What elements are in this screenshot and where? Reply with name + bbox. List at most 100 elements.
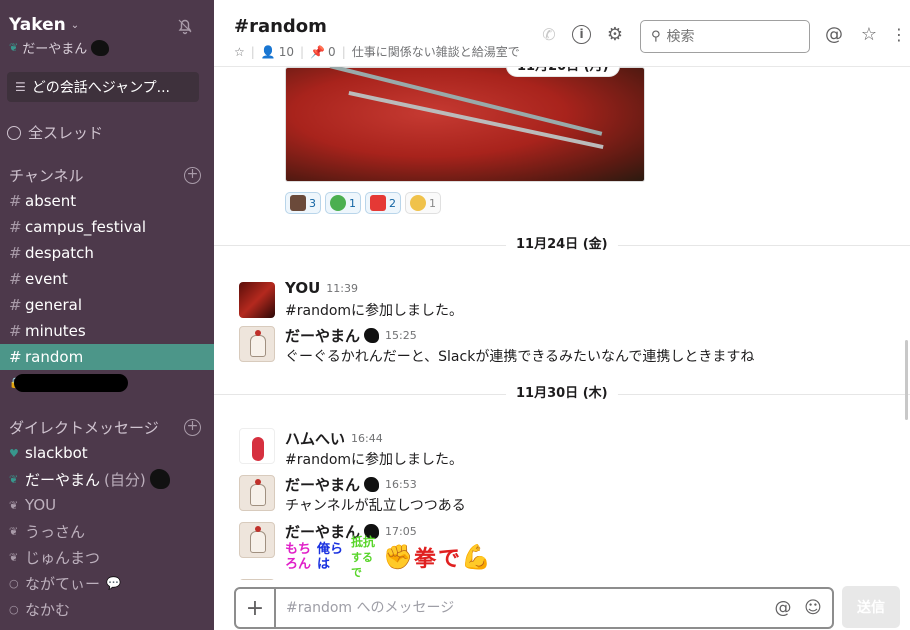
custom-emoji[interactable]: 俺ら は <box>317 541 349 573</box>
message-input[interactable] <box>276 600 772 616</box>
custom-emoji[interactable]: もち ろん <box>285 541 317 573</box>
avatar[interactable] <box>239 475 275 511</box>
reaction-pill[interactable]: 2 <box>365 192 401 214</box>
emoji-text-top: もち <box>285 542 312 557</box>
channel-title[interactable]: #random <box>234 16 327 37</box>
flexed-arm-icon[interactable]: 💪 <box>461 542 491 572</box>
hash-icon: # <box>9 322 22 340</box>
channels-header-label: チャンネル <box>9 167 84 185</box>
dm-label: YOU <box>25 496 57 514</box>
sidebar-item-event[interactable]: # event <box>0 266 214 292</box>
scrollbar[interactable] <box>905 340 908 420</box>
custom-emoji[interactable]: 抵抗 するで <box>351 535 383 579</box>
search-box[interactable]: ⚲ <box>640 20 810 53</box>
member-count[interactable]: 10 <box>279 45 294 59</box>
send-button[interactable]: 送信 <box>842 586 900 628</box>
search-icon: ⚲ <box>651 29 661 44</box>
reaction-pill[interactable]: 1 <box>325 192 361 214</box>
dm-label: だーやまん <box>25 470 101 489</box>
dm-item-nagatii[interactable]: ○ ながてぃー 💬 <box>0 570 214 596</box>
add-channel-icon[interactable]: + <box>184 167 201 184</box>
message-time[interactable]: 16:53 <box>385 478 417 491</box>
emoji-text-top: 俺ら <box>317 542 344 557</box>
shared-photo[interactable] <box>285 67 645 182</box>
dm-label: じゅんまつ <box>25 548 101 567</box>
dm-item-you[interactable]: ❦ YOU <box>0 492 214 518</box>
gear-icon[interactable]: ⚙ <box>605 25 625 45</box>
add-dm-icon[interactable]: + <box>184 419 201 436</box>
pin-icon[interactable]: 📌 <box>310 45 325 59</box>
dm-header[interactable]: ダイレクトメッセージ + <box>9 417 201 438</box>
jump-to-switcher[interactable]: ☰ どの会話へジャンプ... <box>7 72 199 102</box>
message-time[interactable]: 15:25 <box>385 329 417 342</box>
workspace-menu[interactable]: Yaken ⌄ <box>9 15 79 35</box>
all-threads-label: 全スレッド <box>28 124 104 142</box>
status-emoji-icon <box>364 477 380 492</box>
channel-topic[interactable]: 仕事に関係ない雑談と給湯室で <box>352 43 520 60</box>
pin-count[interactable]: 0 <box>328 45 336 59</box>
custom-emoji[interactable]: 拳 <box>414 541 436 573</box>
current-user[interactable]: ❦ だーやまん <box>9 38 110 57</box>
avatar[interactable] <box>239 282 275 318</box>
dm-item-junmatsu[interactable]: ❦ じゅんまつ <box>0 544 214 570</box>
bell-icon[interactable] <box>176 17 194 35</box>
sidebar-item-random[interactable]: # random <box>0 344 214 370</box>
custom-emoji[interactable]: で <box>438 541 460 573</box>
more-icon[interactable]: ⋮ <box>889 25 909 45</box>
all-threads-link[interactable]: 全スレッド <box>7 122 103 143</box>
star-icon[interactable]: ☆ <box>234 45 245 59</box>
dm-item-ussan[interactable]: ❦ うっさん <box>0 518 214 544</box>
member-icon[interactable]: 👤 <box>261 45 276 59</box>
speech-bubble-icon: 💬 <box>106 576 121 590</box>
message-time[interactable]: 17:05 <box>385 525 417 538</box>
message-sender[interactable]: だーやまん 15:25 <box>285 325 417 346</box>
sender-name[interactable]: だーやまん <box>285 325 360 346</box>
hash-icon: # <box>9 244 22 262</box>
sender-name[interactable]: ハムへい <box>285 428 345 449</box>
sender-name[interactable]: YOU <box>285 279 320 297</box>
sidebar-item-general[interactable]: # general <box>0 292 214 318</box>
message-sender[interactable]: YOU 11:39 <box>285 279 358 297</box>
channel-label: general <box>25 296 83 314</box>
mention-icon[interactable]: @ <box>824 25 844 45</box>
info-icon[interactable]: i <box>572 25 591 44</box>
avatar[interactable] <box>239 326 275 362</box>
sidebar-item-absent[interactable]: # absent <box>0 188 214 214</box>
sidebar-item-despatch[interactable]: # despatch <box>0 240 214 266</box>
presence-icon: ❦ <box>9 498 19 512</box>
reaction-emoji-icon <box>330 195 346 211</box>
sender-name[interactable]: だーやまん <box>285 521 360 542</box>
fist-icon[interactable]: ✊ <box>383 542 413 572</box>
redacted-channel[interactable] <box>14 374 128 392</box>
avatar[interactable] <box>239 522 275 558</box>
mention-icon[interactable]: @ <box>772 597 794 619</box>
channels-header[interactable]: チャンネル + <box>9 165 201 186</box>
dm-item-slackbot[interactable]: ♥ slackbot <box>0 440 214 466</box>
dm-item-self[interactable]: ❦ だーやまん (自分) <box>0 466 214 492</box>
date-separator: 11月24日 (金) <box>506 234 618 256</box>
attach-plus-icon[interactable]: + <box>236 589 276 627</box>
reaction-emoji-icon <box>290 195 306 211</box>
reaction-pill[interactable]: 1 <box>405 192 441 214</box>
emoji-text-bottom: するで <box>351 550 373 579</box>
reaction-count: 2 <box>389 196 396 210</box>
message-sender[interactable]: だーやまん 16:53 <box>285 474 417 495</box>
sidebar-item-minutes[interactable]: # minutes <box>0 318 214 344</box>
star-icon[interactable]: ☆ <box>859 25 879 45</box>
avatar[interactable] <box>239 579 275 580</box>
dm-item-nakamu[interactable]: ○ なかむ <box>0 596 214 622</box>
emoji-text-bottom: ろん <box>285 557 312 572</box>
emoji-picker-icon[interactable]: ☺ <box>802 597 824 619</box>
sidebar-item-campus-festival[interactable]: # campus_festival <box>0 214 214 240</box>
message-list[interactable]: 11月20日 (月) 3 1 2 1 11月24日 (金) YOU 11:39 … <box>214 67 910 580</box>
avatar[interactable] <box>239 428 275 464</box>
message-time[interactable]: 11:39 <box>326 282 358 295</box>
reaction-pill[interactable]: 3 <box>285 192 321 214</box>
search-input[interactable] <box>666 28 787 45</box>
phone-icon[interactable]: ✆ <box>539 25 559 45</box>
dm-label: うっさん <box>25 522 86 541</box>
message-sender[interactable]: ハムへい 16:44 <box>285 428 383 449</box>
sender-name[interactable]: だーやまん <box>285 474 360 495</box>
channel-header: #random ☆ | 👤 10 | 📌 0 | 仕事に関係ない雑談と給湯室で … <box>214 0 910 67</box>
message-time[interactable]: 16:44 <box>351 432 383 445</box>
